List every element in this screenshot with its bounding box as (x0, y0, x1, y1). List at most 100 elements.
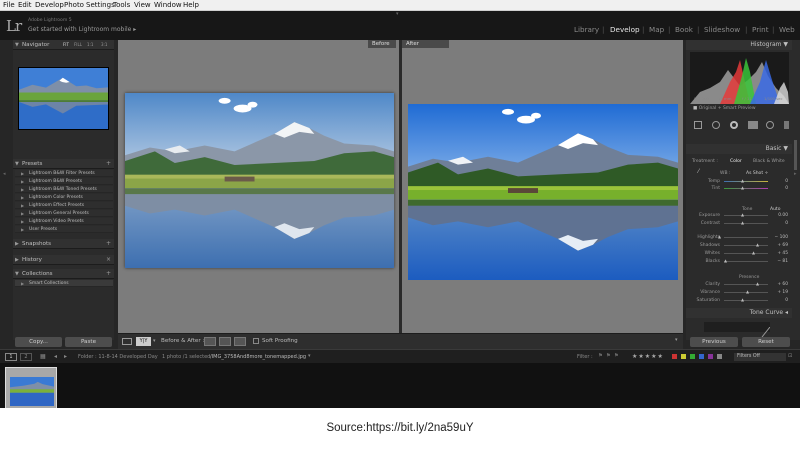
adjustment-brush-icon[interactable] (784, 121, 789, 129)
saturation-value[interactable]: 0 (768, 298, 788, 303)
temp-value[interactable]: 0 (768, 179, 788, 184)
collapse-right-icon[interactable]: ▸ (794, 171, 797, 177)
history-header[interactable]: ▶ History × (13, 255, 114, 265)
vibrance-slider-thumb[interactable]: ▲ (746, 290, 749, 294)
temp-slider[interactable] (724, 181, 768, 182)
spot-removal-icon[interactable] (712, 121, 720, 129)
toolbar-menu-icon[interactable]: ▾ (675, 337, 678, 343)
menu-settings[interactable]: Settings (86, 1, 115, 10)
purple-label-icon[interactable] (708, 354, 713, 359)
treatment-bw[interactable]: Black & White (753, 159, 785, 164)
menu-file[interactable]: File (3, 1, 15, 10)
before-after-view-button[interactable]: Y|Y (136, 337, 151, 346)
copy-after-to-before-icon[interactable] (219, 337, 231, 346)
add-preset-icon[interactable]: + (106, 159, 111, 169)
highlights-slider[interactable] (724, 237, 768, 238)
menu-photo[interactable]: Photo (64, 1, 84, 10)
menu-develop[interactable]: Develop (35, 1, 64, 10)
clear-history-icon[interactable]: × (106, 255, 111, 265)
forward-arrow-icon[interactable]: ▸ (64, 353, 67, 360)
star-rating-filter-icon[interactable]: ★★★★★ (632, 353, 664, 360)
collapse-left-icon[interactable]: ◂ (3, 171, 6, 177)
collections-header[interactable]: ▼ Collections + (13, 269, 114, 279)
radial-filter-icon[interactable] (766, 121, 774, 129)
shadows-value[interactable]: + 69 (768, 243, 788, 248)
preset-folder[interactable]: ▶ Lightroom Color Presets (15, 194, 113, 202)
navigator-preview[interactable] (18, 67, 109, 130)
preset-folder[interactable]: ▶ Lightroom Effect Presets (15, 202, 113, 210)
color-label-filters[interactable] (672, 354, 732, 360)
module-print[interactable]: Print (752, 25, 769, 34)
before-photo[interactable] (125, 93, 394, 268)
copy-button[interactable]: Copy... (15, 337, 62, 347)
mobile-prompt[interactable]: Get started with Lightroom mobile ▸ (28, 26, 136, 33)
collapse-top-icon[interactable]: ▾ (396, 11, 399, 17)
shadows-slider[interactable] (724, 245, 768, 246)
filename-dropdown-icon[interactable]: ▾ (308, 353, 311, 359)
vibrance-value[interactable]: + 19 (768, 290, 788, 295)
preset-folder[interactable]: ▶ Lightroom B&W Presets (15, 178, 113, 186)
saturation-slider[interactable] (724, 300, 768, 301)
previous-button[interactable]: Previous (690, 337, 738, 347)
module-develop[interactable]: Develop (610, 25, 640, 34)
view-dropdown-icon[interactable]: ▾ (153, 338, 156, 344)
saturation-slider-thumb[interactable]: ▲ (741, 298, 744, 302)
tone-curve-header[interactable]: Tone Curve ◂ (686, 308, 792, 318)
after-photo[interactable] (408, 104, 678, 280)
presets-header[interactable]: ▼ Presets + (13, 159, 114, 169)
crop-tool-icon[interactable] (694, 121, 702, 129)
collection-item[interactable]: ▶ Smart Collections (15, 280, 113, 288)
navigator-header[interactable]: ▼ Navigator FIT FILL 1:1 3:1 (13, 40, 114, 50)
tint-slider-thumb[interactable]: ▲ (741, 186, 744, 190)
zoom-fill[interactable]: FILL (74, 40, 82, 50)
whites-slider[interactable] (724, 253, 768, 254)
exposure-slider-thumb[interactable]: ▲ (741, 213, 744, 217)
shadows-slider-thumb[interactable]: ▲ (756, 243, 759, 247)
temp-slider-thumb[interactable]: ▲ (741, 179, 744, 183)
filmstrip-thumbnail[interactable] (5, 367, 57, 408)
wb-eyedropper-icon[interactable]: ⁄ (698, 168, 699, 175)
histogram-header[interactable]: Histogram ▼ (686, 40, 792, 50)
menu-tools[interactable]: Tools (113, 1, 130, 10)
contrast-slider[interactable] (724, 223, 768, 224)
menu-view[interactable]: View (134, 1, 151, 10)
module-map[interactable]: Map (649, 25, 664, 34)
loupe-view-icon[interactable] (122, 338, 132, 345)
page-2-button[interactable]: 2 (20, 353, 32, 361)
blacks-slider-thumb[interactable]: ▲ (724, 259, 727, 263)
lock-icon[interactable]: ⊡ (788, 353, 792, 359)
wb-preset-select[interactable]: As Shot ÷ (746, 171, 768, 176)
tint-slider[interactable] (724, 188, 768, 189)
basic-header[interactable]: Basic ▼ (686, 144, 792, 154)
module-book[interactable]: Book (675, 25, 693, 34)
yellow-label-icon[interactable] (681, 354, 686, 359)
green-label-icon[interactable] (690, 354, 695, 359)
clarity-slider[interactable] (724, 284, 768, 285)
exposure-slider[interactable] (724, 215, 768, 216)
filters-off-select[interactable]: Filters Off (734, 353, 786, 361)
contrast-slider-thumb[interactable]: ▲ (741, 221, 744, 225)
page-1-button[interactable]: 1 (5, 353, 17, 361)
whites-value[interactable]: + 45 (768, 251, 788, 256)
paste-button[interactable]: Paste (65, 337, 112, 347)
soft-proofing-checkbox[interactable] (253, 338, 259, 344)
tint-value[interactable]: 0 (768, 186, 788, 191)
flag-filters-icon[interactable]: ⚑⚑⚑ (598, 353, 622, 359)
module-library[interactable]: Library (574, 25, 599, 34)
whites-slider-thumb[interactable]: ▲ (752, 251, 755, 255)
reset-button[interactable]: Reset (742, 337, 790, 347)
gray-label-icon[interactable] (717, 354, 722, 359)
blue-label-icon[interactable] (699, 354, 704, 359)
back-arrow-icon[interactable]: ◂ (54, 353, 57, 360)
module-slideshow[interactable]: Slideshow (704, 25, 740, 34)
preset-folder[interactable]: ▶ User Presets (15, 226, 113, 234)
menu-window[interactable]: Window (154, 1, 182, 10)
clarity-slider-thumb[interactable]: ▲ (756, 282, 759, 286)
treatment-color[interactable]: Color (730, 159, 742, 164)
panel-scrollbar[interactable] (794, 140, 797, 170)
blacks-value[interactable]: − 81 (768, 259, 788, 264)
highlights-value[interactable]: − 100 (768, 235, 788, 240)
preset-folder[interactable]: ▶ Lightroom B&W Filter Presets (15, 170, 113, 178)
red-eye-icon[interactable] (730, 121, 738, 129)
snapshots-header[interactable]: ▶ Snapshots + (13, 239, 114, 249)
